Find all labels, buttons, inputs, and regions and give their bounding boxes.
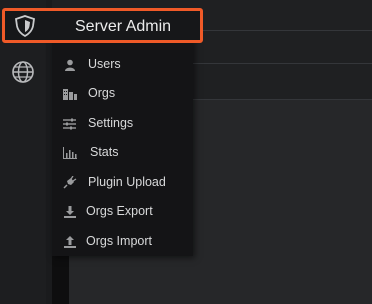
bar-chart-icon bbox=[62, 145, 77, 160]
menu-item-orgs-export[interactable]: Orgs Export bbox=[52, 197, 193, 226]
sidebar bbox=[0, 0, 46, 304]
menu-item-orgs-import[interactable]: Orgs Import bbox=[52, 227, 193, 256]
menu-item-label: Stats bbox=[90, 145, 119, 159]
panel-dividers bbox=[193, 0, 372, 304]
page-title: Server Admin bbox=[75, 18, 172, 35]
menu-item-plugin-upload[interactable]: Plugin Upload bbox=[52, 168, 193, 197]
menu-item-label: Plugin Upload bbox=[88, 175, 166, 189]
divider bbox=[193, 99, 372, 100]
server-admin-header[interactable]: Server Admin bbox=[2, 8, 203, 43]
orgs-icon bbox=[62, 86, 77, 101]
app-root: Users Orgs Settings Stats Plugin Upload … bbox=[0, 0, 372, 304]
divider bbox=[193, 30, 372, 31]
sliders-icon bbox=[62, 116, 77, 131]
menu-item-stats[interactable]: Stats bbox=[52, 138, 193, 167]
menu-item-label: Settings bbox=[88, 116, 134, 130]
globe-icon[interactable] bbox=[9, 58, 37, 86]
upload-icon bbox=[62, 234, 77, 249]
menu-item-orgs[interactable]: Orgs bbox=[52, 79, 193, 108]
user-icon bbox=[62, 57, 77, 72]
plug-icon bbox=[62, 175, 77, 190]
menu-item-label: Orgs Import bbox=[86, 234, 152, 248]
download-icon bbox=[62, 204, 77, 219]
menu-item-label: Orgs Export bbox=[86, 204, 153, 218]
menu-item-users[interactable]: Users bbox=[52, 50, 193, 79]
menu-item-label: Orgs bbox=[88, 86, 116, 100]
menu-item-settings[interactable]: Settings bbox=[52, 109, 193, 138]
divider bbox=[193, 63, 372, 64]
scroll-gutter bbox=[52, 255, 69, 304]
server-admin-menu: Users Orgs Settings Stats Plugin Upload … bbox=[52, 38, 193, 256]
menu-item-label: Users bbox=[88, 57, 121, 71]
shield-icon bbox=[14, 15, 36, 38]
